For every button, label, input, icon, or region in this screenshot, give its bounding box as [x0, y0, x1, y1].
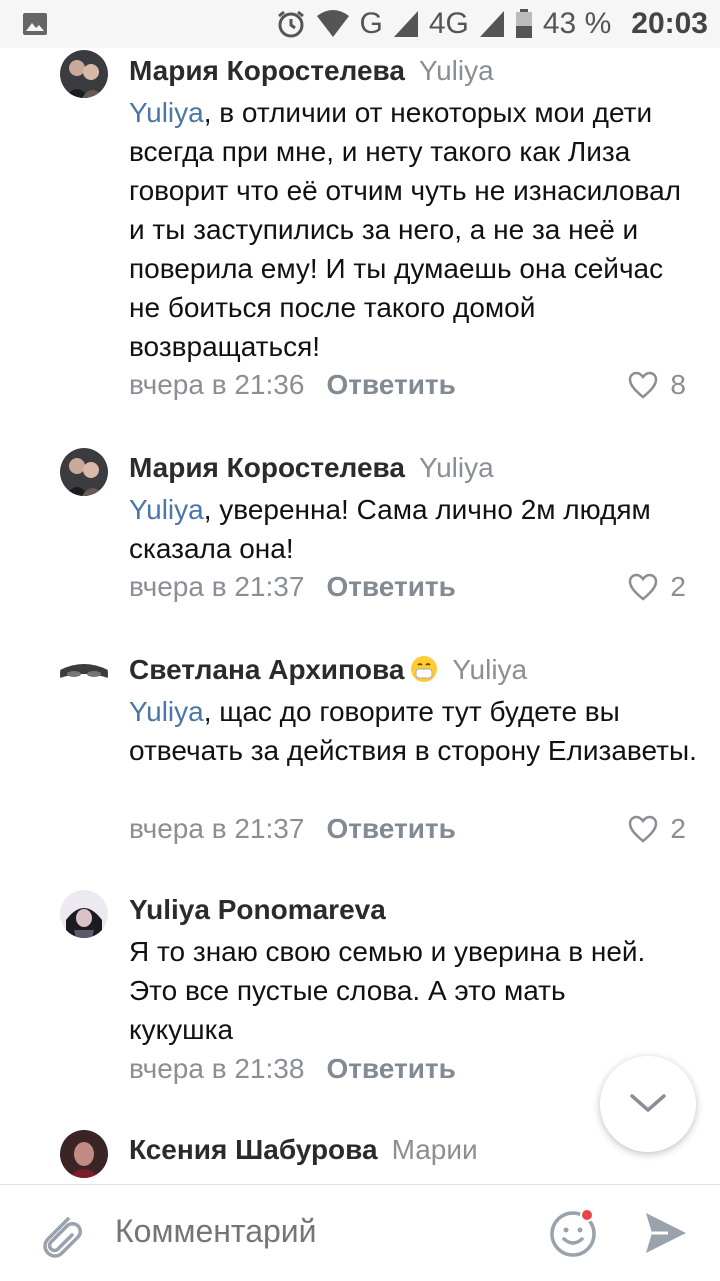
battery-icon — [515, 9, 532, 38]
like-count: 8 — [670, 369, 686, 400]
signal-icon — [393, 11, 418, 37]
smiley-icon — [550, 1208, 596, 1257]
like-count: 2 — [670, 571, 686, 602]
comment-input-bar — [0, 1184, 720, 1281]
avatar[interactable] — [60, 50, 108, 98]
send-button[interactable] — [642, 1209, 690, 1262]
status-bar: G 4G 43 % 20:03 — [0, 0, 720, 48]
heart-icon — [629, 371, 658, 399]
avatar[interactable] — [60, 1130, 108, 1178]
comment-meta: вчера в 21:38 Ответить — [129, 1052, 456, 1086]
comment-text: Yuliya, уверенна! Сама лично 2м людям ск… — [129, 494, 651, 564]
author-name[interactable]: Светлана Архипова — [129, 654, 404, 685]
comments-feed[interactable]: Мария Коростелева Yuliya Yuliya, в отличи… — [0, 48, 720, 1184]
comment-text: Yuliya, в отличии от некоторых мои дети … — [129, 97, 681, 362]
wifi-icon — [316, 10, 349, 37]
comment-time: вчера в 21:37 — [129, 571, 305, 602]
network-4g-label: 4G — [428, 7, 469, 40]
author-name[interactable]: Ксения Шабурова — [129, 1134, 378, 1165]
heart-icon — [629, 815, 658, 843]
comment-text: Yuliya, щас до говорите тут будете вы от… — [129, 696, 697, 766]
like-button[interactable]: 8 — [628, 369, 686, 401]
comment-meta: вчера в 21:37 Ответить — [129, 812, 456, 846]
alarm-icon — [277, 10, 304, 38]
network-g-label: G — [359, 7, 383, 40]
reply-button[interactable]: Ответить — [326, 813, 455, 844]
comment-time: вчера в 21:37 — [129, 813, 305, 844]
chevron-down-icon — [630, 1094, 666, 1112]
mention-link[interactable]: Yuliya — [129, 696, 204, 727]
reply-button[interactable]: Ответить — [326, 369, 455, 400]
comment-text: Я то знаю свою семью и уверина в ней. Эт… — [129, 936, 646, 1045]
signal-icon-2 — [479, 11, 504, 37]
like-count: 2 — [670, 813, 686, 844]
reply-button[interactable]: Ответить — [326, 571, 455, 602]
mention-link[interactable]: Yuliya — [129, 494, 204, 525]
battery-percent: 43 % — [542, 7, 612, 40]
avatar[interactable] — [60, 890, 108, 938]
comment-time: вчера в 21:36 — [129, 369, 305, 400]
gallery-notification-icon — [22, 12, 48, 41]
comment-meta: вчера в 21:36 Ответить — [129, 368, 456, 402]
reply-to-name[interactable]: Yuliya — [452, 654, 527, 685]
send-icon — [646, 1213, 686, 1253]
emoji-button[interactable] — [548, 1207, 600, 1264]
comment-time: вчера в 21:38 — [129, 1053, 305, 1084]
reply-to-name[interactable]: Yuliya — [419, 452, 494, 483]
author-name[interactable]: Мария Коростелева — [129, 55, 405, 86]
author-name[interactable]: Yuliya Ponomareva — [129, 894, 386, 925]
paperclip-icon — [43, 1217, 82, 1258]
like-button[interactable]: 2 — [628, 571, 686, 603]
reply-button[interactable]: Ответить — [326, 1053, 455, 1084]
author-name[interactable]: Мария Коростелева — [129, 452, 405, 483]
mask-emoji-icon — [411, 656, 438, 682]
heart-icon — [629, 573, 658, 601]
attach-button[interactable] — [34, 1207, 84, 1266]
clock: 20:03 — [631, 7, 708, 40]
avatar[interactable] — [60, 650, 108, 698]
comment-input[interactable] — [115, 1213, 515, 1250]
like-button[interactable]: 2 — [628, 813, 686, 845]
comment-meta: вчера в 21:37 Ответить — [129, 570, 456, 604]
mention-link[interactable]: Yuliya — [129, 97, 204, 128]
avatar[interactable] — [60, 448, 108, 496]
scroll-down-button[interactable] — [600, 1056, 696, 1152]
reply-to-name[interactable]: Yuliya — [419, 55, 494, 86]
reply-to-name[interactable]: Марии — [392, 1134, 478, 1165]
